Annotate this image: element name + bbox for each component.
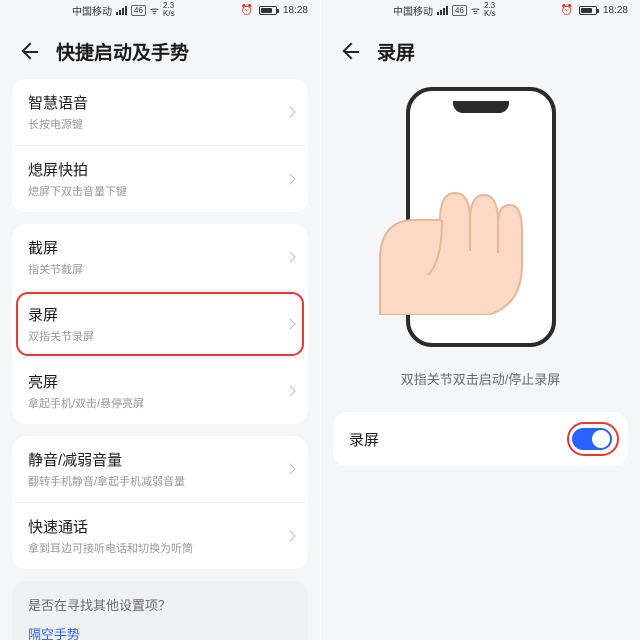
row-subtitle: 拿起手机/双击/悬停亮屏 [28,395,292,411]
gesture-caption: 双指关节双击启动/停止录屏 [401,369,561,388]
clock-label: 18:28 [603,5,628,16]
row-subtitle: 指关节截屏 [28,261,292,277]
toggle-switch[interactable] [572,428,612,450]
page-header: 快捷启动及手势 [0,20,320,79]
record-content: 双指关节双击启动/停止录屏 录屏 [321,79,640,640]
back-icon[interactable] [341,43,359,61]
row-title: 亮屏 [28,371,292,392]
row-subtitle: 长按电源键 [28,116,292,132]
row-quick-call[interactable]: 快速通话 拿到耳边可接听电话和切换为听筒 [12,502,308,569]
net-speed: 2.3K/s [163,2,175,18]
row-title: 录屏 [28,304,292,325]
signal-icon [116,6,127,15]
row-subtitle: 拿到耳边可接听电话和切换为听筒 [28,540,292,556]
row-subtitle: 熄屏下双击音量下键 [28,183,292,199]
page-title: 快捷启动及手势 [56,38,189,65]
status-bar: 中国移动 46 ᯤ 2.3K/s ⏰ 18:28 [321,0,640,20]
alarm-icon: ⏰ [241,5,253,16]
toggle-row-screen-record[interactable]: 录屏 [333,412,628,466]
group-1: 智慧语音 长按电源键 熄屏快拍 熄屏下双击音量下键 [12,79,308,212]
signal-icon [437,6,448,15]
pane-screen-record: 中国移动 46 ᯤ 2.3K/s ⏰ 18:28 录屏 双指 [320,0,640,640]
settings-content: 智慧语音 长按电源键 熄屏快拍 熄屏下双击音量下键 截屏 指关节截屏 录屏 双指… [0,79,320,640]
wifi-icon: ᯤ [471,3,480,17]
pane-shortcuts: 中国移动 46 ᯤ 2.3K/s ⏰ 18:28 快捷启动及手势 智慧语音 长按… [0,0,320,640]
net-tag: 46 [452,5,467,16]
row-title: 截屏 [28,237,292,258]
hand-gesture-icon [370,165,550,315]
row-smart-voice[interactable]: 智慧语音 长按电源键 [12,79,308,145]
row-title: 智慧语音 [28,92,292,113]
page-header: 录屏 [321,20,640,79]
footer-link-air-gesture[interactable]: 隔空手势 [28,624,292,640]
wifi-icon: ᯤ [150,3,159,17]
row-title: 熄屏快拍 [28,159,292,180]
row-subtitle: 双指关节录屏 [28,328,292,344]
carrier-label: 中国移动 [393,3,433,18]
page-title: 录屏 [377,38,415,65]
group-2: 截屏 指关节截屏 录屏 双指关节录屏 亮屏 拿起手机/双击/悬停亮屏 [12,224,308,424]
row-title: 静音/减弱音量 [28,449,292,470]
row-screen-record[interactable]: 录屏 双指关节录屏 [12,290,308,357]
alarm-icon: ⏰ [561,5,573,16]
net-speed: 2.3K/s [484,2,496,18]
row-off-screen-shot[interactable]: 熄屏快拍 熄屏下双击音量下键 [12,145,308,212]
row-mute[interactable]: 静音/减弱音量 翻转手机静音/拿起手机减弱音量 [12,436,308,502]
clock-label: 18:28 [283,5,308,16]
back-icon[interactable] [20,43,38,61]
battery-icon [579,6,597,15]
toggle-label: 录屏 [349,429,379,450]
row-screenshot[interactable]: 截屏 指关节截屏 [12,224,308,290]
group-3: 静音/减弱音量 翻转手机静音/拿起手机减弱音量 快速通话 拿到耳边可接听电话和切… [12,436,308,569]
status-bar: 中国移动 46 ᯤ 2.3K/s ⏰ 18:28 [0,0,320,20]
gesture-illustration: 双指关节双击启动/停止录屏 [333,79,628,388]
footer-question: 是否在寻找其他设置项？ [28,595,292,614]
net-tag: 46 [131,5,146,16]
row-title: 快速通话 [28,516,292,537]
footer-card: 是否在寻找其他设置项？ 隔空手势 [12,581,308,640]
row-wake-screen[interactable]: 亮屏 拿起手机/双击/悬停亮屏 [12,357,308,424]
row-subtitle: 翻转手机静音/拿起手机减弱音量 [28,473,292,489]
battery-icon [259,6,277,15]
phone-outline-icon [406,87,556,347]
carrier-label: 中国移动 [72,3,112,18]
